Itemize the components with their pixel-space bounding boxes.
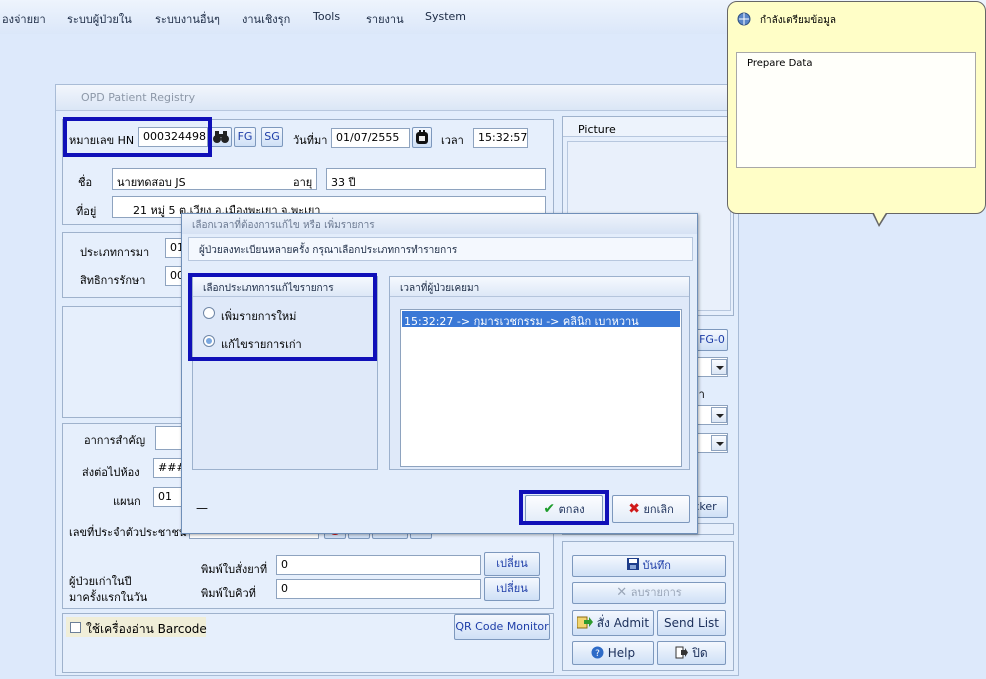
window-title: OPD Patient Registry — [81, 91, 196, 104]
dialog-title: เลือกเวลาที่ต้องการแก้ไข หรือ เพิ่มรายกา… — [192, 220, 375, 231]
print-queue-input[interactable]: 0 — [276, 579, 481, 599]
delete-button[interactable]: ✕ ลบรายการ — [572, 582, 726, 604]
preparing-data-balloon: กำลังเตรียมข้อมูล Prepare Data — [727, 1, 986, 214]
close-button[interactable]: ปิด — [657, 641, 726, 665]
old-patient-line2: มาครั้งแรกในวัน — [69, 591, 148, 604]
info-globe-icon — [737, 12, 751, 26]
citizen-id-label: เลขที่ประจำตัวประชาชน — [69, 526, 187, 539]
menu-item-tools[interactable]: Tools — [313, 10, 340, 23]
cancel-x-icon: ✖ — [628, 501, 640, 517]
print-drug-label: พิมพ์ใบสั่งยาที่ — [201, 563, 268, 576]
admit-button[interactable]: สั่ง Admit — [572, 610, 654, 636]
send-to-room-label: ส่งต่อไปห้อง — [82, 466, 140, 479]
change-drug-button[interactable]: เปลี่ยน — [484, 552, 540, 576]
dialog-subtitle-bar: ผู้ป่วยลงทะเบียนหลายครั้ง กรุณาเลือกประเ… — [188, 237, 693, 261]
help-button[interactable]: ? Help — [572, 641, 654, 665]
save-button[interactable]: บันทึก — [572, 555, 726, 577]
exit-door-icon — [675, 646, 689, 659]
menu-item-proactive[interactable]: งานเชิงรุก — [242, 10, 290, 28]
barcode-option[interactable]: ใช้เครื่องอ่าน Barcode — [66, 617, 207, 637]
admit-label: สั่ง Admit — [596, 616, 650, 630]
time-label: เวลา — [441, 134, 464, 147]
department-label: แผนก — [113, 495, 141, 508]
balloon-tail-fill — [873, 211, 887, 224]
cancel-button[interactable]: ✖ ยกเลิก — [612, 495, 690, 523]
name-label: ชื่อ — [78, 176, 93, 189]
side-select-2-chevron-down-icon[interactable] — [711, 407, 727, 423]
change-queue-button[interactable]: เปลี่ยน — [484, 577, 540, 601]
delete-label: ลบรายการ — [630, 586, 682, 599]
floppy-disk-icon — [627, 558, 640, 570]
binoculars-search-button[interactable] — [210, 127, 232, 147]
window-titlebar: OPD Patient Registry — [56, 85, 738, 111]
menu-item-ipd[interactable]: ระบบผู้ป่วยใน — [67, 10, 132, 28]
admit-icon — [576, 616, 593, 629]
barcode-label: ใช้เครื่องอ่าน Barcode — [86, 622, 207, 636]
save-label: บันทึก — [642, 559, 671, 572]
side-select-3-chevron-down-icon[interactable] — [711, 435, 727, 451]
age-input[interactable]: 33 ปี — [326, 168, 546, 190]
help-label: Help — [607, 646, 636, 660]
calendar-icon — [416, 130, 428, 144]
balloon-title: กำลังเตรียมข้อมูล — [760, 15, 836, 26]
date-label: วันที่มา — [293, 134, 328, 147]
sg-button[interactable]: SG — [261, 127, 283, 147]
chief-complaint-label: อาการสำคัญ — [84, 434, 146, 447]
visit-times-panel: เวลาที่ผู้ป่วยเคยมา 15:32:27 -> กุมารเวช… — [389, 276, 690, 470]
calendar-button[interactable] — [412, 127, 432, 148]
balloon-message-box: Prepare Data — [736, 52, 976, 168]
date-input[interactable]: 01/07/2555 — [331, 128, 410, 148]
picture-label: Picture — [578, 123, 616, 136]
dialog-titlebar: เลือกเวลาที่ต้องการแก้ไข หรือ เพิ่มรายกา… — [182, 214, 697, 234]
visit-times-list[interactable]: 15:32:27 -> กุมารเวชกรรม -> คลินิก เบาหว… — [400, 309, 682, 467]
balloon-message: Prepare Data — [747, 58, 813, 69]
visit-time-row[interactable]: 15:32:27 -> กุมารเวชกรรม -> คลินิก เบาหว… — [402, 311, 680, 327]
binoculars-icon — [213, 131, 229, 143]
age-label: อายุ — [293, 176, 313, 189]
visit-times-panel-title: เวลาที่ผู้ป่วยเคยมา — [400, 283, 480, 294]
print-drug-input[interactable]: 0 — [276, 555, 481, 575]
print-queue-label: พิมพ์ใบคิวที่ — [201, 587, 256, 600]
menu-item-other-systems[interactable]: ระบบงานอื่นๆ — [155, 10, 220, 28]
fg-button[interactable]: FG — [234, 127, 256, 147]
name-input[interactable]: นายทดสอบ JS — [112, 168, 317, 190]
svg-text:?: ? — [595, 649, 600, 659]
visit-type-label: ประเภทการมา — [80, 246, 150, 259]
visit-select-dialog: เลือกเวลาที่ต้องการแก้ไข หรือ เพิ่มรายกา… — [181, 213, 698, 534]
close-icon: ✕ — [616, 585, 628, 600]
menu-item-drug[interactable]: องจ่ายยา — [2, 10, 46, 28]
barcode-checkbox[interactable] — [70, 622, 81, 633]
close-label: ปิด — [692, 646, 708, 660]
hn-highlight-box — [63, 117, 212, 157]
send-list-button[interactable]: Send List — [657, 610, 726, 636]
rights-label: สิทธิการรักษา — [80, 274, 146, 287]
time-input[interactable]: 15:32:57 — [473, 128, 528, 148]
ok-highlight-box — [519, 490, 609, 525]
edit-type-highlight-box — [188, 273, 377, 361]
address-label: ที่อยู่ — [76, 205, 97, 218]
menu-item-reports[interactable]: รายงาน — [366, 10, 404, 28]
help-icon: ? — [591, 646, 604, 659]
menu-item-system[interactable]: System — [425, 10, 466, 23]
cancel-label: ยกเลิก — [643, 503, 674, 516]
fg0-button[interactable]: FG-0 — [696, 329, 728, 351]
qr-code-monitor-button[interactable]: QR Code Monitor — [454, 614, 550, 640]
dialog-subtitle: ผู้ป่วยลงทะเบียนหลายครั้ง กรุณาเลือกประเ… — [199, 245, 458, 256]
visit-times-panel-header: เวลาที่ผู้ป่วยเคยมา — [390, 277, 689, 297]
dialog-dash: — — [196, 501, 208, 515]
side-select-1-chevron-down-icon[interactable] — [711, 359, 727, 375]
